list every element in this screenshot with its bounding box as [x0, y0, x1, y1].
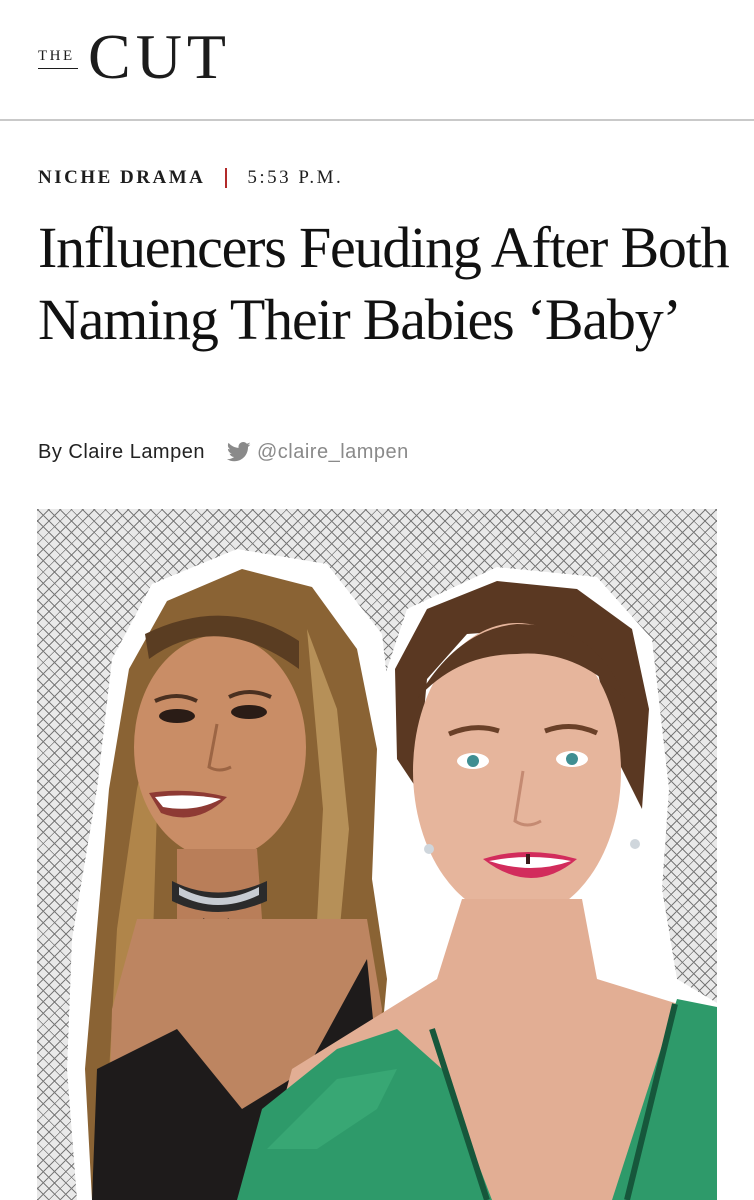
logo-cut: CUT — [88, 21, 231, 92]
article-headline: Influencers Feuding After Both Naming Th… — [38, 215, 730, 352]
byline-author[interactable]: By Claire Lampen — [38, 441, 205, 464]
masthead: THE CUT — [0, 0, 754, 120]
rubric-link[interactable]: NICHE DRAMA — [38, 167, 205, 189]
publish-time: 5:53 P.M. — [247, 167, 344, 188]
logo-the: THE — [38, 48, 75, 64]
logo-rule — [38, 68, 78, 69]
kicker-separator — [225, 168, 228, 188]
hero-image — [37, 509, 717, 1200]
author-twitter-link[interactable]: @claire_lampen — [226, 440, 409, 464]
twitter-bird-icon — [226, 441, 251, 463]
article-kicker: NICHE DRAMA 5:53 P.M. — [38, 166, 343, 190]
header-divider — [0, 119, 754, 121]
twitter-handle: @claire_lampen — [256, 440, 409, 463]
byline: By Claire Lampen @claire_lampen — [38, 438, 409, 466]
